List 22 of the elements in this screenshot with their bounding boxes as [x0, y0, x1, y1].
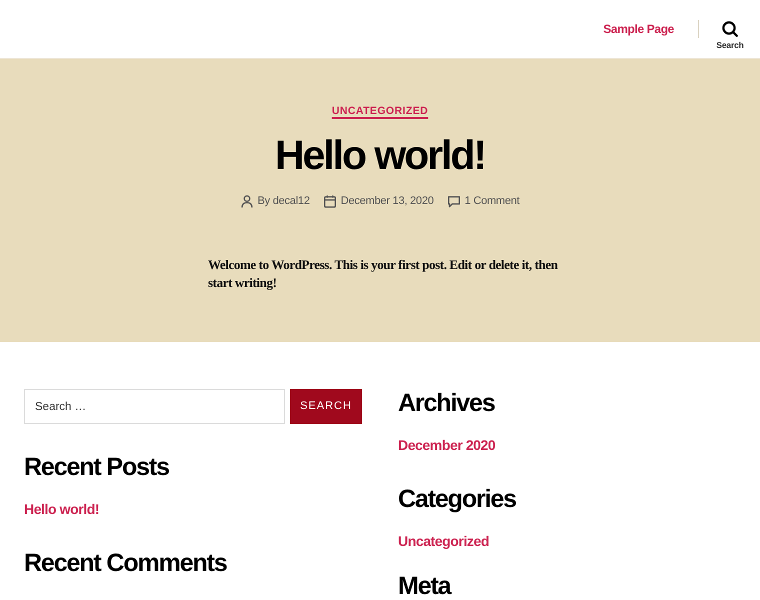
widget-title: Recent Posts — [24, 454, 169, 480]
author-link[interactable]: By decal12 — [240, 192, 310, 210]
search-icon — [722, 20, 738, 37]
widget-link[interactable]: Uncategorized — [398, 531, 490, 551]
search-button[interactable]: SEARCH — [290, 389, 362, 424]
widget-link[interactable]: Hello world! — [24, 499, 100, 519]
comments-link[interactable]: 1 Comment — [448, 192, 520, 210]
search-toggle[interactable]: Search — [705, 0, 755, 58]
date-link[interactable]: December 13, 2020 — [324, 192, 434, 210]
post-title: Hello world! — [274, 134, 485, 176]
widget-title: Meta — [398, 573, 450, 599]
widget-title: Recent Comments — [24, 550, 227, 576]
widget-title: Categories — [398, 486, 516, 512]
search-field[interactable]: Search … — [24, 389, 285, 424]
speech-bubble-icon — [448, 194, 460, 208]
user-icon — [240, 194, 252, 208]
widget-title: Archives — [398, 390, 495, 416]
nav-link[interactable]: Sample Page — [603, 20, 674, 38]
widget-link[interactable]: December 2020 — [398, 435, 496, 455]
post-content: Welcome to WordPress. This is your first post. Edit or delete it, then start writing! — [208, 256, 559, 291]
category-link[interactable]: UNCATEGORIZED — [332, 104, 428, 118]
calendar-icon — [324, 194, 336, 208]
